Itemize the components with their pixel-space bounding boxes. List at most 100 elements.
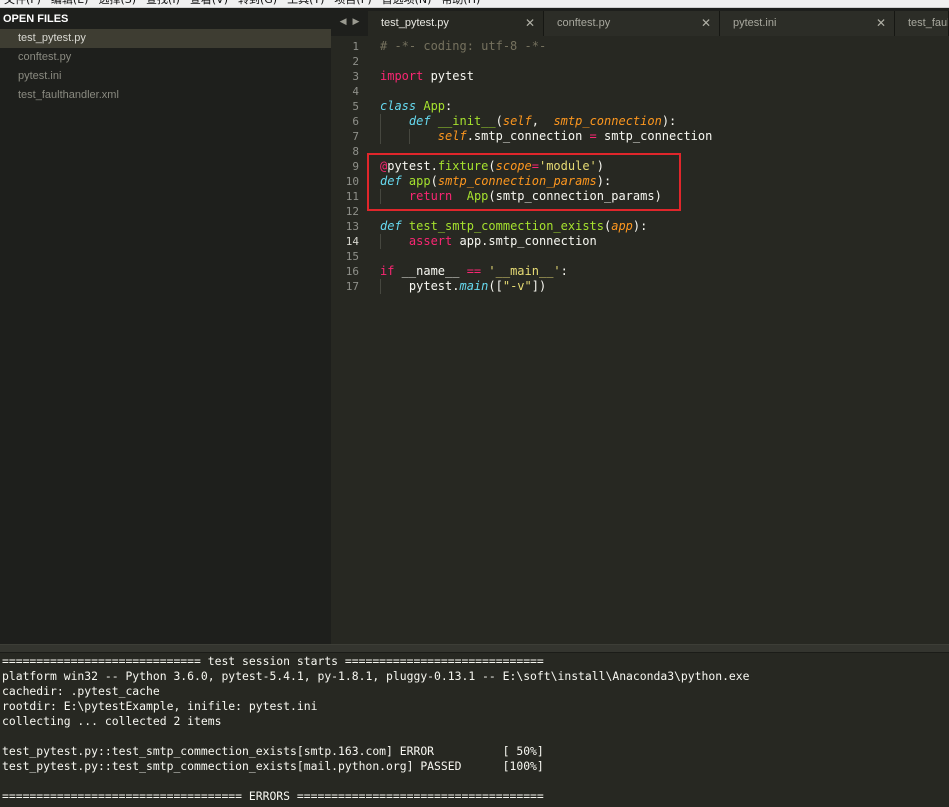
- code-token: :: [445, 99, 453, 113]
- code-text: self.smtp_connection = smtp_connection: [380, 129, 713, 144]
- console-line: =================================== ERRO…: [2, 789, 544, 803]
- tab-pytest-ini[interactable]: pytest.ini ✕: [720, 11, 895, 36]
- code-line: 4: [331, 84, 949, 99]
- menu-bar: 文件(F)编辑(E)选择(S)查找(I)查看(V)转到(G)工具(T)项目(P)…: [0, 0, 949, 8]
- code-token: App: [423, 99, 446, 113]
- close-icon[interactable]: ✕: [701, 11, 711, 36]
- code-token: "-v": [502, 279, 532, 293]
- console-line: ============================= test sessi…: [2, 654, 544, 668]
- code-token: app: [611, 219, 633, 233]
- line-number: 11: [345, 190, 359, 203]
- code-token: app.smtp_connection: [452, 234, 597, 248]
- console-line: collecting ... collected 2 items: [2, 714, 222, 728]
- tab-conftest[interactable]: conftest.py ✕: [544, 11, 720, 36]
- code-text: def test_smtp_commection_exists(app):: [380, 219, 647, 234]
- line-number: 4: [352, 85, 359, 98]
- code-token: ):: [661, 114, 677, 128]
- code-editor[interactable]: 1 # -*- coding: utf-8 -*- 2 3 import pytest 4…: [331, 36, 949, 644]
- tab-test-faulthandler[interactable]: test_faulthandler.xml: [895, 11, 949, 36]
- tab-scroll-right-icon[interactable]: ▶: [353, 17, 360, 27]
- code-line: 6 def __init__(self, smtp_connection):: [331, 114, 949, 129]
- code-token: smtp_connection: [553, 114, 662, 128]
- close-icon[interactable]: ✕: [525, 11, 535, 36]
- menu-item[interactable]: 项目(P): [330, 0, 377, 7]
- menu-item[interactable]: 查找(I): [142, 0, 186, 7]
- console-line: platform win32 -- Python 3.6.0, pytest-5…: [2, 669, 750, 683]
- code-line: 15: [331, 249, 949, 264]
- tab-label: test_faulthandler.xml: [908, 17, 949, 29]
- sidebar-file-test-pytest[interactable]: test_pytest.py: [0, 29, 331, 48]
- code-token: ]): [531, 279, 547, 293]
- line-number: 10: [345, 175, 359, 188]
- code-token: def: [408, 114, 431, 128]
- code-text: import pytest: [380, 69, 474, 84]
- code-line: 13 def test_smtp_commection_exists(app):: [331, 219, 949, 234]
- tab-label: pytest.ini: [733, 17, 777, 29]
- line-number: 13: [345, 220, 359, 233]
- menu-item[interactable]: 工具(T): [283, 0, 330, 7]
- line-number: 7: [352, 130, 359, 143]
- line-number: 12: [345, 205, 359, 218]
- code-token: if: [380, 264, 395, 278]
- line-number: 15: [345, 250, 359, 263]
- tab-nav: ◀ ▶: [331, 8, 368, 36]
- menu-row: 文件(F)编辑(E)选择(S)查找(I)查看(V)转到(G)工具(T)项目(P)…: [0, 0, 486, 7]
- code-text: if __name__ == '__main__':: [380, 264, 568, 279]
- sidebar-file-test-faulthandler[interactable]: test_faulthandler.xml: [0, 86, 331, 105]
- code-token: =: [589, 129, 597, 143]
- code-token: (: [495, 114, 503, 128]
- menu-item[interactable]: 首选项(N): [378, 0, 438, 7]
- tab-label: conftest.py: [557, 17, 611, 29]
- code-token: .smtp_connection: [466, 129, 590, 143]
- panel-splitter[interactable]: [0, 644, 949, 653]
- indent-guide: [380, 279, 381, 294]
- tab-label: test_pytest.py: [381, 17, 449, 29]
- close-icon[interactable]: ✕: [876, 11, 886, 36]
- indent-guide: [380, 114, 381, 144]
- line-number: 2: [352, 55, 359, 68]
- tab-scroll-left-icon[interactable]: ◀: [340, 17, 347, 27]
- sidebar-file-pytest-ini[interactable]: pytest.ini: [0, 67, 331, 86]
- line-number: 3: [352, 70, 359, 83]
- code-token: test_smtp_commection_exists: [408, 219, 604, 233]
- code-line: 1 # -*- coding: utf-8 -*-: [331, 39, 949, 54]
- code-line: 3 import pytest: [331, 69, 949, 84]
- sidebar-header: OPEN FILES: [3, 13, 69, 25]
- line-number: 8: [352, 145, 359, 158]
- menu-item[interactable]: 选择(S): [94, 0, 142, 7]
- menu-item[interactable]: 编辑(E): [47, 0, 95, 7]
- line-number: 16: [345, 265, 359, 278]
- menu-item[interactable]: 查看(V): [186, 0, 234, 7]
- tab-bar: ◀ ▶ test_pytest.py ✕ conftest.py ✕ pytes…: [331, 8, 949, 36]
- code-text: class App:: [380, 99, 452, 114]
- line-number: 9: [352, 160, 359, 173]
- line-number: 6: [352, 115, 359, 128]
- line-number: 5: [352, 100, 359, 113]
- menu-item[interactable]: 文件(F): [0, 0, 47, 7]
- sidebar-file-conftest[interactable]: conftest.py: [0, 48, 331, 67]
- code-token: self: [502, 114, 532, 128]
- menu-item[interactable]: 帮助(H): [437, 0, 486, 7]
- line-number: 1: [352, 40, 359, 53]
- code-token: smtp_connection: [596, 129, 713, 143]
- code-line: 14 assert app.smtp_connection: [331, 234, 949, 249]
- indent-guide: [380, 234, 381, 249]
- code-text: assert app.smtp_connection: [380, 234, 597, 249]
- line-number: 14: [345, 235, 359, 248]
- highlight-box: [367, 153, 681, 211]
- code-token: __name__: [394, 264, 467, 278]
- code-token: ==: [466, 264, 482, 278]
- output-console[interactable]: ============================= test sessi…: [0, 653, 949, 807]
- code-token: import: [380, 69, 424, 83]
- line-number: 17: [345, 280, 359, 293]
- console-line: rootdir: E:\pytestExample, inifile: pyte…: [2, 699, 318, 713]
- code-line: 17 pytest.main(["-v"]): [331, 279, 949, 294]
- code-token: pytest: [423, 69, 474, 83]
- code-token: # -*- coding: utf-8 -*-: [380, 39, 547, 53]
- tab-test-pytest[interactable]: test_pytest.py ✕: [368, 11, 544, 36]
- menu-item[interactable]: 转到(G): [234, 0, 283, 7]
- indent-guide: [408, 129, 410, 144]
